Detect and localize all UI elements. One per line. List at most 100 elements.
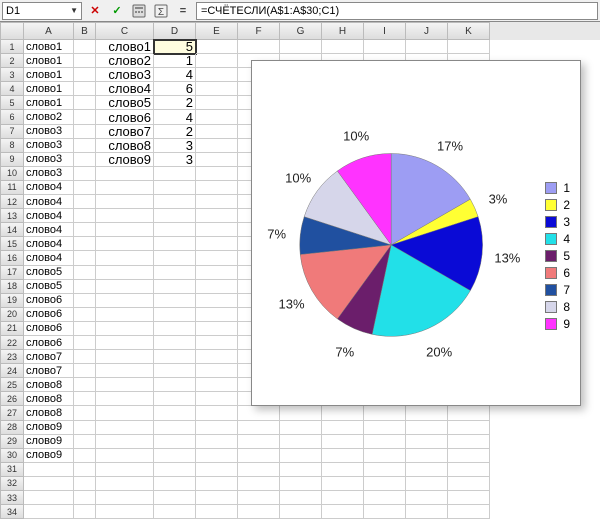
cell[interactable] bbox=[406, 435, 448, 449]
column-header[interactable]: B bbox=[74, 22, 96, 40]
cell[interactable] bbox=[96, 463, 154, 477]
sum-icon[interactable]: Σ bbox=[152, 2, 170, 20]
cell[interactable] bbox=[196, 378, 238, 392]
cell[interactable]: слово4 bbox=[96, 82, 154, 96]
row-header[interactable]: 30 bbox=[0, 449, 24, 463]
cell[interactable] bbox=[364, 477, 406, 491]
cell[interactable] bbox=[154, 491, 196, 505]
cell[interactable]: слово1 bbox=[96, 40, 154, 54]
cell[interactable] bbox=[74, 491, 96, 505]
cell[interactable] bbox=[74, 421, 96, 435]
column-header[interactable]: C bbox=[96, 22, 154, 40]
cell[interactable]: слово6 bbox=[24, 322, 74, 336]
cell[interactable] bbox=[96, 266, 154, 280]
cell[interactable] bbox=[96, 421, 154, 435]
column-header[interactable]: A bbox=[24, 22, 74, 40]
cell[interactable] bbox=[448, 449, 490, 463]
cell[interactable] bbox=[96, 491, 154, 505]
row-header[interactable]: 5 bbox=[0, 96, 24, 110]
cell[interactable] bbox=[196, 40, 238, 54]
cell[interactable] bbox=[154, 251, 196, 265]
cell[interactable] bbox=[154, 378, 196, 392]
cell[interactable] bbox=[154, 237, 196, 251]
cell[interactable] bbox=[196, 223, 238, 237]
cell[interactable] bbox=[96, 223, 154, 237]
cell[interactable] bbox=[96, 449, 154, 463]
cell[interactable] bbox=[154, 223, 196, 237]
cell[interactable] bbox=[280, 435, 322, 449]
cell[interactable]: слово9 bbox=[24, 421, 74, 435]
cell[interactable] bbox=[196, 294, 238, 308]
row-header[interactable]: 31 bbox=[0, 463, 24, 477]
cell[interactable] bbox=[448, 463, 490, 477]
cell[interactable] bbox=[154, 280, 196, 294]
cell[interactable] bbox=[448, 421, 490, 435]
cell[interactable]: слово8 bbox=[24, 378, 74, 392]
column-header[interactable]: F bbox=[238, 22, 280, 40]
cell[interactable] bbox=[74, 96, 96, 110]
cell[interactable]: слово5 bbox=[24, 266, 74, 280]
row-header[interactable]: 2 bbox=[0, 54, 24, 68]
cell[interactable] bbox=[74, 294, 96, 308]
cell[interactable] bbox=[196, 266, 238, 280]
cell[interactable]: слово1 bbox=[24, 82, 74, 96]
row-header[interactable]: 10 bbox=[0, 167, 24, 181]
cell[interactable] bbox=[154, 308, 196, 322]
cell[interactable] bbox=[154, 406, 196, 420]
row-header[interactable]: 24 bbox=[0, 364, 24, 378]
cell[interactable]: слово4 bbox=[24, 195, 74, 209]
cell[interactable]: слово4 bbox=[24, 251, 74, 265]
formula-input[interactable]: =СЧЁТЕСЛИ(A$1:A$30;C1) bbox=[196, 2, 598, 20]
cell[interactable] bbox=[96, 364, 154, 378]
cell[interactable] bbox=[280, 406, 322, 420]
cell[interactable]: слово9 bbox=[24, 435, 74, 449]
cell[interactable] bbox=[24, 477, 74, 491]
cell[interactable] bbox=[74, 110, 96, 124]
cell[interactable] bbox=[238, 421, 280, 435]
cell[interactable] bbox=[196, 406, 238, 420]
cell[interactable] bbox=[74, 477, 96, 491]
row-header[interactable]: 3 bbox=[0, 68, 24, 82]
row-header[interactable]: 19 bbox=[0, 294, 24, 308]
cell[interactable] bbox=[96, 435, 154, 449]
cell[interactable] bbox=[238, 477, 280, 491]
cell[interactable] bbox=[96, 477, 154, 491]
cell[interactable] bbox=[406, 449, 448, 463]
cell[interactable] bbox=[96, 322, 154, 336]
cell[interactable] bbox=[322, 40, 364, 54]
cell[interactable] bbox=[448, 406, 490, 420]
cell[interactable] bbox=[196, 322, 238, 336]
cell[interactable] bbox=[96, 350, 154, 364]
cell[interactable] bbox=[96, 336, 154, 350]
cell[interactable]: 1 bbox=[154, 54, 196, 68]
row-header[interactable]: 11 bbox=[0, 181, 24, 195]
cell[interactable]: слово8 bbox=[96, 139, 154, 153]
cell[interactable] bbox=[238, 40, 280, 54]
cell[interactable] bbox=[448, 40, 490, 54]
cell[interactable] bbox=[364, 406, 406, 420]
cell[interactable] bbox=[74, 251, 96, 265]
cell[interactable] bbox=[364, 491, 406, 505]
row-header[interactable]: 28 bbox=[0, 421, 24, 435]
cell[interactable] bbox=[74, 40, 96, 54]
row-header[interactable]: 1 bbox=[0, 40, 24, 54]
cell[interactable]: слово8 bbox=[24, 392, 74, 406]
cell[interactable] bbox=[196, 280, 238, 294]
column-header[interactable]: D bbox=[154, 22, 196, 40]
cell[interactable]: 6 bbox=[154, 82, 196, 96]
cell[interactable] bbox=[196, 421, 238, 435]
cell[interactable] bbox=[154, 322, 196, 336]
cell[interactable] bbox=[74, 378, 96, 392]
cell[interactable] bbox=[96, 378, 154, 392]
cell[interactable]: слово8 bbox=[24, 406, 74, 420]
cell[interactable] bbox=[154, 350, 196, 364]
row-header[interactable]: 21 bbox=[0, 322, 24, 336]
row-header[interactable]: 13 bbox=[0, 209, 24, 223]
cell[interactable] bbox=[74, 82, 96, 96]
cell[interactable] bbox=[196, 54, 238, 68]
cell[interactable] bbox=[364, 421, 406, 435]
cell[interactable]: слово6 bbox=[24, 336, 74, 350]
row-header[interactable]: 6 bbox=[0, 110, 24, 124]
cell[interactable] bbox=[96, 280, 154, 294]
cell[interactable] bbox=[196, 195, 238, 209]
